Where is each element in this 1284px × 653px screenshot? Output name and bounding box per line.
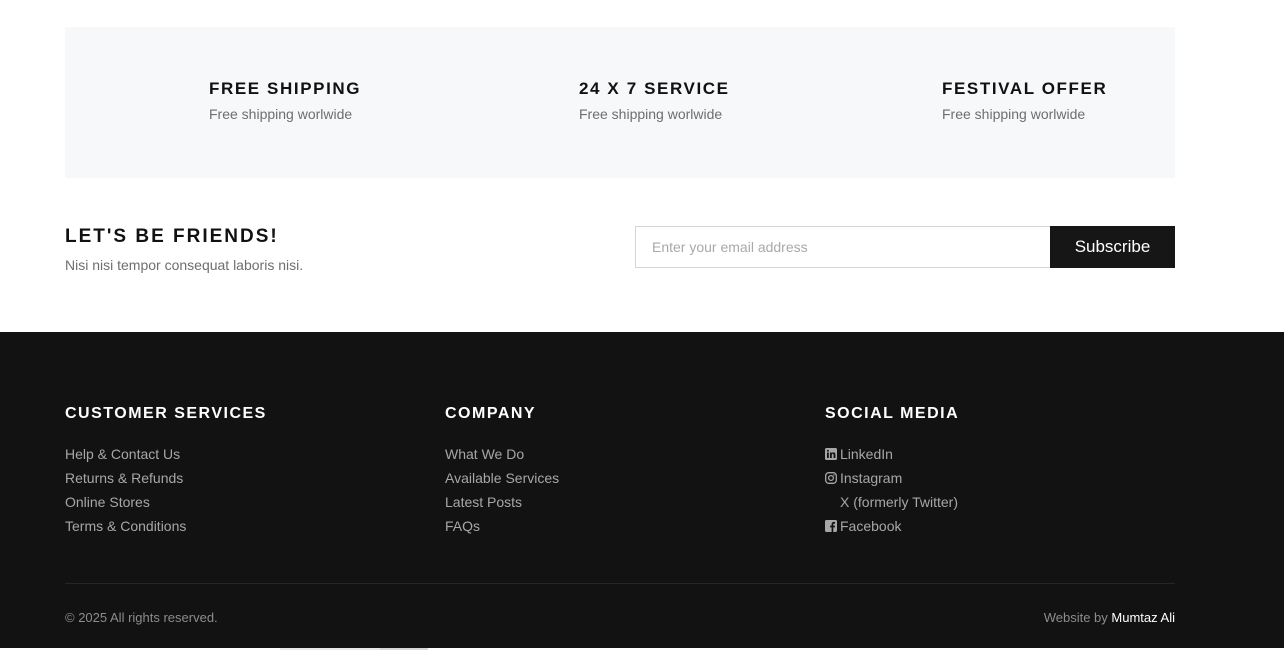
list-item: FAQs [445,514,559,538]
footer-col-customer-services: CUSTOMER SERVICES Help & Contact Us Retu… [65,405,267,538]
site-footer: CUSTOMER SERVICES Help & Contact Us Retu… [0,332,1284,648]
facebook-icon [825,520,837,532]
feature-title: FESTIVAL OFFER [942,79,1108,98]
feature-service: 24 X 7 SERVICE Free shipping worlwide [579,79,730,122]
x-icon [825,496,837,508]
social-link-label: X (formerly Twitter) [840,494,958,510]
social-link-label: Instagram [840,470,903,486]
list-item: Latest Posts [445,490,559,514]
strip-segment [280,648,380,650]
footer-link-list: What We Do Available Services Latest Pos… [445,442,559,538]
feature-title: FREE SHIPPING [209,79,362,98]
social-link-instagram[interactable]: Instagram [825,470,902,486]
footer-divider [65,583,1175,584]
footer-col-social-media: SOCIAL MEDIA LinkedIn Instagram X (forme… [825,405,959,538]
footer-link-terms-conditions[interactable]: Terms & Conditions [65,518,186,534]
list-item: LinkedIn [825,442,959,466]
bottom-strip [0,648,1284,653]
newsletter-text: LET'S BE FRIENDS! Nisi nisi tempor conse… [65,226,303,273]
social-link-facebook[interactable]: Facebook [825,518,901,534]
footer-link-returns-refunds[interactable]: Returns & Refunds [65,470,183,486]
footer-link-online-stores[interactable]: Online Stores [65,494,150,510]
list-item: Help & Contact Us [65,442,267,466]
footer-link-list: Help & Contact Us Returns & Refunds Onli… [65,442,267,538]
strip-segment [380,648,428,650]
list-item: Instagram [825,466,959,490]
feature-subtitle: Free shipping worlwide [579,106,723,122]
footer-link-what-we-do[interactable]: What We Do [445,446,524,462]
instagram-icon [825,472,837,484]
feature-festival-offer: FESTIVAL OFFER Free shipping worlwide [942,79,1107,122]
copyright-text: © 2025 All rights reserved. [65,610,218,625]
list-item: Available Services [445,466,559,490]
feature-subtitle: Free shipping worlwide [209,106,353,122]
feature-title: 24 X 7 SERVICE [579,79,730,98]
newsletter-title: LET'S BE FRIENDS! [65,226,279,247]
list-item: Terms & Conditions [65,514,267,538]
social-link-x[interactable]: X (formerly Twitter) [825,494,958,510]
footer-link-list: LinkedIn Instagram X (formerly Twitter) [825,442,959,538]
footer-link-latest-posts[interactable]: Latest Posts [445,494,522,510]
feature-subtitle: Free shipping worlwide [942,106,1086,122]
footer-col-title: COMPANY [445,405,537,422]
footer-link-faqs[interactable]: FAQs [445,518,480,534]
credit-author-link[interactable]: Mumtaz Ali [1111,610,1175,625]
list-item: Returns & Refunds [65,466,267,490]
list-item: X (formerly Twitter) [825,490,959,514]
list-item: Online Stores [65,490,267,514]
features-band: FREE SHIPPING Free shipping worlwide 24 … [65,27,1175,178]
newsletter-subtitle: Nisi nisi tempor consequat laboris nisi. [65,257,304,273]
credit-prefix: Website by [1043,610,1108,625]
footer-col-title: CUSTOMER SERVICES [65,405,267,422]
subscribe-form: Subscribe [635,226,1175,268]
social-link-linkedin[interactable]: LinkedIn [825,446,893,462]
email-input[interactable] [635,226,1050,268]
list-item: Facebook [825,514,959,538]
linkedin-icon [825,448,837,460]
social-link-label: LinkedIn [840,446,893,462]
list-item: What We Do [445,442,559,466]
footer-link-help-contact[interactable]: Help & Contact Us [65,446,180,462]
footer-link-available-services[interactable]: Available Services [445,470,559,486]
footer-col-title: SOCIAL MEDIA [825,405,960,422]
footer-col-company: COMPANY What We Do Available Services La… [445,405,559,538]
subscribe-button[interactable]: Subscribe [1050,226,1175,268]
feature-free-shipping: FREE SHIPPING Free shipping worlwide [209,79,361,122]
credit-text: Website by Mumtaz Ali [1044,610,1175,625]
social-link-label: Facebook [840,518,902,534]
